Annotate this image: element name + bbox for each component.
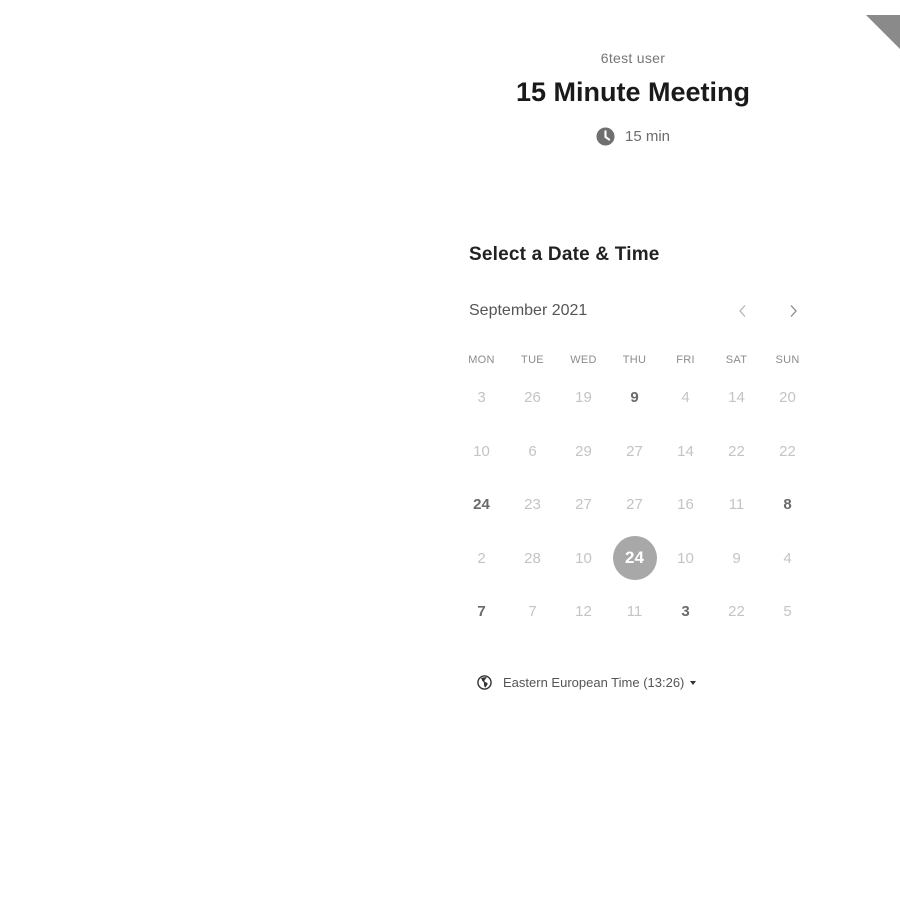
- calendar-day-unavailable: 28: [524, 549, 541, 567]
- calendar-day-unavailable: 7: [528, 603, 537, 620]
- globe-icon: [477, 675, 492, 690]
- calendar-day-unavailable: 23: [524, 496, 541, 513]
- calendar-week-row: 7 7 12 11 3 22 5: [456, 604, 812, 658]
- calendar-weeks: 3 26 19 9 4 14 20 10 6 29 27 14 22 22 24 23 27 27 16 11 8 2 28…: [456, 390, 812, 658]
- calendar-day-unavailable: 16: [677, 496, 694, 513]
- weekday-label: TUE: [521, 354, 544, 366]
- calendar-day-selected[interactable]: 24: [609, 535, 660, 605]
- previous-month-button[interactable]: [731, 299, 755, 323]
- calendar-day-available[interactable]: 7: [456, 604, 507, 658]
- calendar-day-unavailable: 12: [575, 603, 592, 620]
- event-header: 6test user 15 Minute Meeting 15 min: [433, 48, 833, 146]
- calendar-day-unavailable: 27: [626, 442, 643, 460]
- calendar-day-unavailable: 22: [779, 442, 796, 460]
- calendar-week-row: 10 6 29 27 14 22 22: [456, 444, 812, 498]
- calendar-day-available[interactable]: 9: [609, 390, 660, 444]
- section-title: Select a Date & Time: [469, 244, 660, 265]
- calendar-day-unavailable: 4: [783, 549, 792, 567]
- calendar-day-available[interactable]: 8: [762, 497, 813, 551]
- corner-ribbon[interactable]: [866, 15, 900, 49]
- host-name: 6test user: [600, 50, 666, 66]
- month-label: September 2021: [469, 302, 588, 319]
- weekday-label: THU: [622, 354, 647, 366]
- calendar-day-unavailable: 6: [528, 442, 537, 460]
- calendar-day-unavailable: 11: [728, 496, 745, 513]
- calendar-day-unavailable: 22: [728, 442, 745, 460]
- weekday-label: WED: [570, 354, 597, 366]
- chevron-right-icon: [790, 305, 797, 317]
- weekday-label: SAT: [725, 354, 748, 366]
- calendar-day-unavailable: 26: [524, 389, 541, 406]
- chevron-left-icon: [739, 305, 746, 317]
- calendar-day-unavailable: 22: [728, 603, 745, 620]
- calendar-day-unavailable: 14: [677, 442, 694, 460]
- weekday-label: SUN: [775, 354, 800, 366]
- calendar-day-unavailable: 19: [575, 389, 592, 406]
- calendar-day-unavailable: 10: [677, 549, 694, 567]
- selected-day-label[interactable]: 24: [612, 535, 657, 580]
- weekday-label: MON: [468, 354, 495, 366]
- next-month-button[interactable]: [781, 299, 805, 323]
- calendar: MON TUE WED THU FRI SAT SUN 3 26 19 9 4 14 20 1…: [456, 350, 812, 658]
- calendar-day-unavailable: 5: [783, 603, 792, 620]
- calendar-day-unavailable: 20: [779, 389, 796, 406]
- weekday-header: MON TUE WED THU FRI SAT SUN: [456, 350, 812, 370]
- calendar-week-row: 3 26 19 9 4 14 20: [456, 390, 812, 444]
- caret-down-icon: [690, 680, 697, 685]
- calendar-day-unavailable: 11: [626, 603, 643, 620]
- weekday-label: FRI: [676, 354, 695, 366]
- calendar-day-unavailable: 10: [575, 549, 592, 567]
- calendar-day-unavailable: 27: [575, 496, 592, 513]
- calendar-day-unavailable: 9: [732, 549, 741, 567]
- calendar-day-unavailable: 2: [477, 549, 486, 567]
- duration-label: 15 min: [624, 128, 671, 145]
- calendar-day-unavailable: 29: [575, 442, 592, 460]
- calendar-day-unavailable: 10: [473, 442, 490, 460]
- calendar-week-row: 2 28 10 24 10 9 4: [456, 535, 812, 605]
- clock-icon: [596, 127, 615, 146]
- calendar-day-available[interactable]: 24: [456, 497, 507, 551]
- timezone-label: Eastern European Time (13:26): [503, 675, 685, 690]
- event-title: 15 Minute Meeting: [515, 77, 751, 107]
- event-duration: 15 min: [433, 127, 833, 146]
- scheduling-page: 6test user 15 Minute Meeting 15 min Sele…: [0, 0, 900, 900]
- calendar-day-unavailable: 4: [681, 389, 690, 406]
- calendar-day-unavailable: 3: [477, 389, 486, 406]
- timezone-selector[interactable]: Eastern European Time (13:26): [477, 675, 697, 690]
- month-navigation: September 2021: [469, 299, 809, 323]
- calendar-day-unavailable: 14: [728, 389, 745, 406]
- calendar-day-available[interactable]: 3: [660, 604, 711, 658]
